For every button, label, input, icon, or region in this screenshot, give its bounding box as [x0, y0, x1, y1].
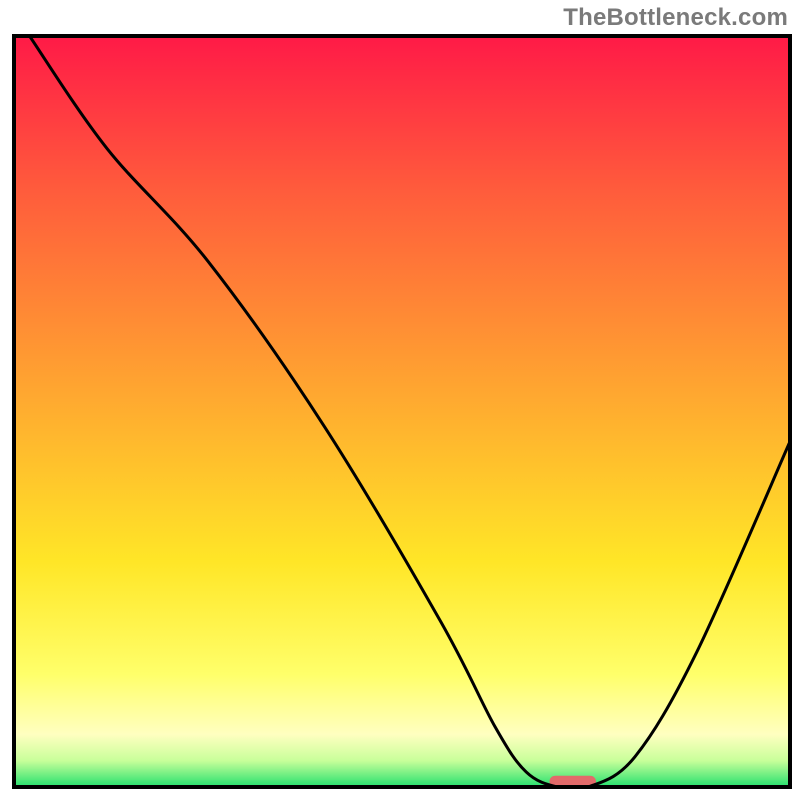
gradient-background [14, 36, 790, 787]
chart-frame: TheBottleneck.com [0, 0, 800, 800]
chart-svg [0, 0, 800, 800]
